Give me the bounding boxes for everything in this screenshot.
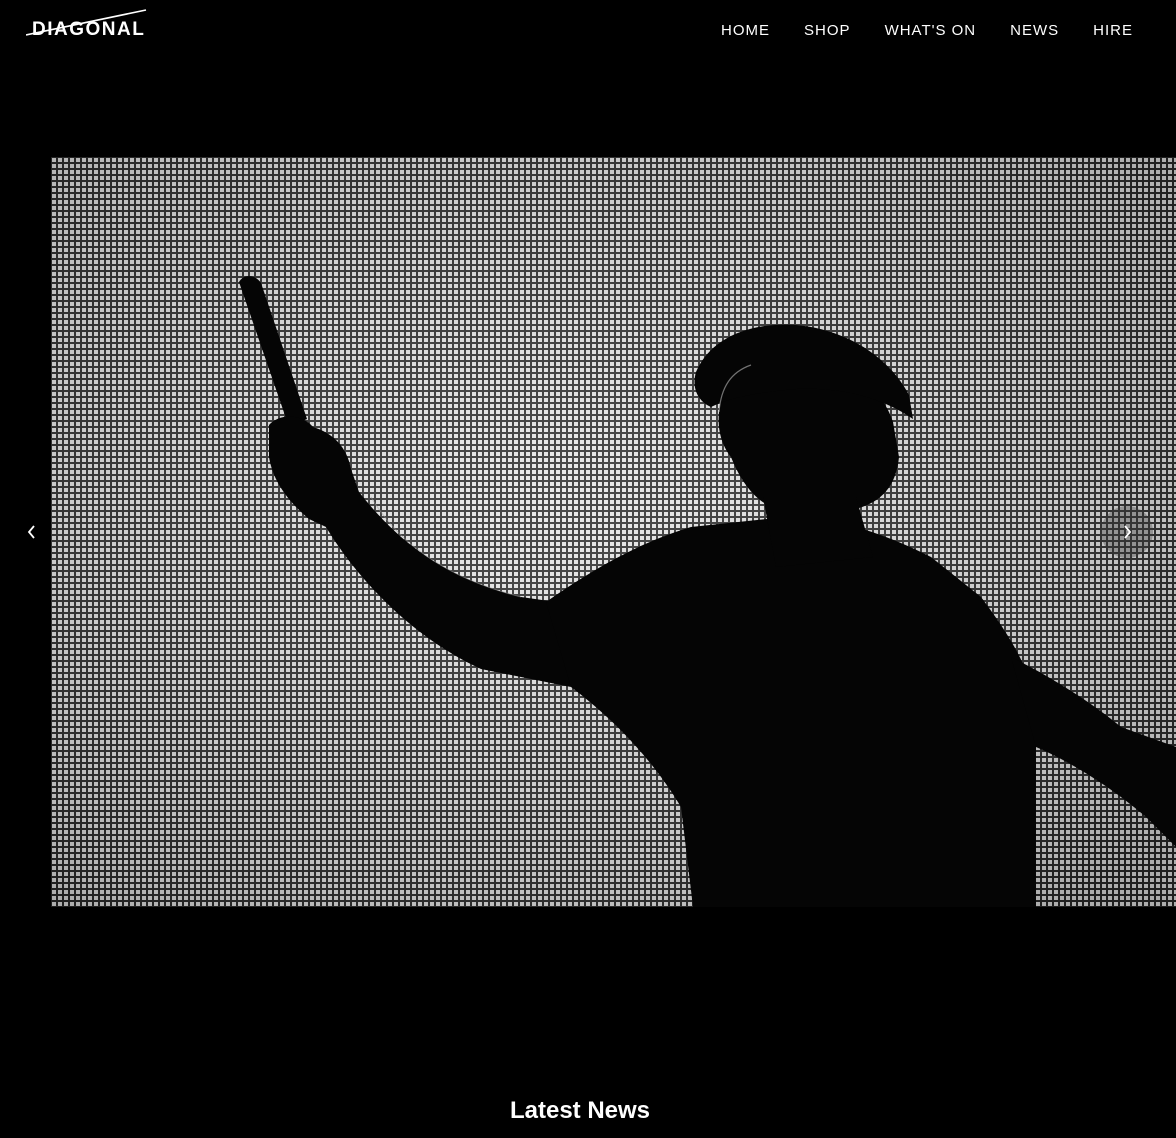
page: DIAGONAL HOME SHOP WHAT'S ON NEWS HIRE L…: [0, 0, 1176, 1138]
nav-item-home[interactable]: HOME: [721, 20, 770, 42]
slider-next-button[interactable]: [1101, 506, 1153, 558]
hero-slide-image: [51, 157, 1176, 907]
nav-item-whats-on[interactable]: WHAT'S ON: [885, 20, 977, 42]
slider-prev-button[interactable]: [6, 506, 58, 558]
hero-slider: [0, 157, 1176, 907]
chevron-left-icon: [27, 525, 35, 539]
nav-item-shop[interactable]: SHOP: [804, 20, 851, 42]
latest-news-heading: Latest News: [509, 1097, 651, 1124]
main-nav: HOME SHOP WHAT'S ON NEWS HIRE: [721, 20, 1133, 42]
nav-item-news[interactable]: NEWS: [1010, 20, 1059, 42]
performer-silhouette-photo: [51, 157, 1176, 907]
site-logo[interactable]: DIAGONAL: [26, 8, 150, 44]
site-header: DIAGONAL HOME SHOP WHAT'S ON NEWS HIRE: [0, 0, 1176, 62]
chevron-right-icon: [1124, 525, 1132, 539]
nav-item-hire[interactable]: HIRE: [1093, 20, 1133, 42]
logo-text: DIAGONAL: [32, 19, 146, 40]
